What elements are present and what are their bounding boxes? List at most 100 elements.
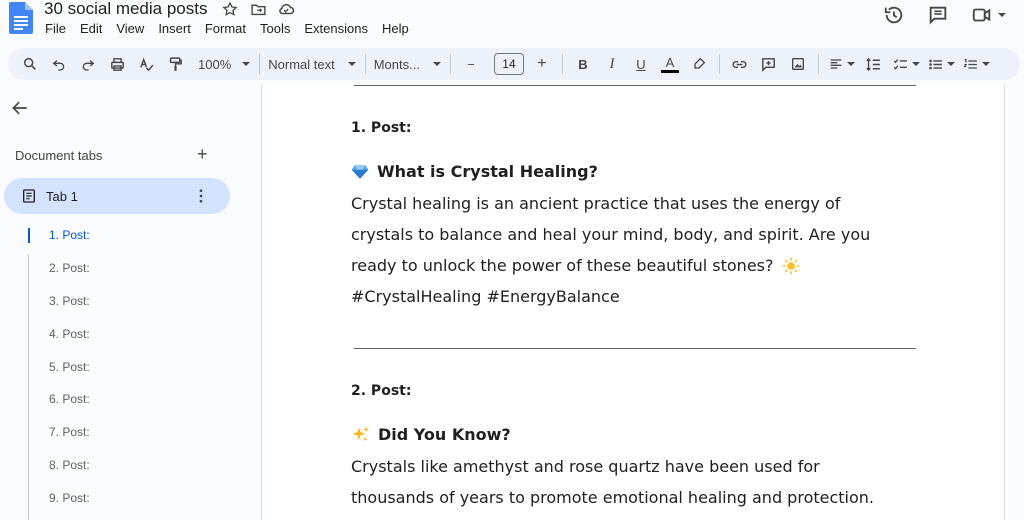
meet-icon[interactable] (971, 4, 1006, 26)
bulleted-list-icon[interactable] (926, 52, 956, 76)
more-options-icon[interactable] (192, 187, 210, 210)
print-icon[interactable] (105, 52, 129, 76)
toolbar-divider (718, 54, 720, 74)
add-comment-icon[interactable] (757, 52, 781, 76)
zoom-select[interactable]: 100% (198, 56, 251, 72)
menu-help[interactable]: Help (375, 20, 416, 38)
font-value: Monts... (373, 56, 420, 72)
sparkles-icon (352, 426, 369, 442)
post-body-line: ready to unlock the power of these beaut… (351, 250, 870, 281)
post-body: Crystal healing is an ancient practice t… (351, 188, 870, 312)
text-color-button[interactable]: A (658, 52, 682, 76)
insert-image-icon[interactable] (786, 52, 810, 76)
cloud-status-icon[interactable] (277, 0, 295, 18)
formatting-toolbar: 100% Normal text Monts... − 14 + B I U A (8, 48, 1020, 80)
outline-item-post-7[interactable]: 7. Post: (0, 416, 262, 449)
font-size-input[interactable]: 14 (493, 53, 524, 75)
decrease-font-size-button[interactable]: − (459, 52, 483, 76)
bold-button[interactable]: B (571, 52, 595, 76)
paragraph-style-value: Normal text (268, 56, 335, 72)
post-subheading: Did You Know? (351, 425, 511, 444)
bulleted-list-dropdown-icon (946, 62, 955, 66)
menu-edit[interactable]: Edit (73, 20, 109, 38)
document-title[interactable]: 30 social media posts (44, 0, 207, 19)
post-subheading-text: Did You Know? (378, 425, 511, 444)
document-tab-icon (21, 188, 37, 204)
post-body-line: thousands of years to promote emotional … (351, 488, 874, 507)
post-hashtags: #CrystalHealing #EnergyBalance (351, 287, 620, 306)
post-subheading: What is Crystal Healing? (351, 162, 598, 181)
paragraph-style-select[interactable]: Normal text (268, 56, 356, 72)
document-tabs-heading: Document tabs (15, 148, 103, 163)
comments-icon[interactable] (927, 4, 949, 26)
underline-button[interactable]: U (629, 52, 653, 76)
menu-extensions[interactable]: Extensions (297, 20, 375, 38)
checklist-dropdown-icon (911, 62, 920, 66)
document-page[interactable]: 1. Post: What is Crystal Healing? Crysta… (263, 84, 1005, 520)
numbered-list-dropdown-icon (981, 62, 990, 66)
document-outline-sidebar: Document tabs + Tab 1 1. Post: 2. Post: … (0, 84, 262, 520)
docs-logo-icon[interactable] (9, 2, 33, 34)
post-body-line-text: ready to unlock the power of these beaut… (351, 256, 774, 275)
paint-format-icon[interactable] (163, 52, 187, 76)
move-folder-icon[interactable] (249, 0, 267, 18)
tab-label: Tab 1 (46, 188, 78, 204)
insert-link-icon[interactable] (728, 52, 752, 76)
menu-insert[interactable]: Insert (151, 20, 198, 38)
outline-item-post-8[interactable]: 8. Post: (0, 449, 262, 482)
text-color-bar (660, 69, 679, 73)
post-heading: 2. Post: (351, 383, 412, 399)
post-body-line: crystals to balance and heal your mind, … (351, 225, 871, 244)
post-body-line: Crystal healing is an ancient practice t… (351, 194, 841, 213)
menu-bar: File Edit View Insert Format Tools Exten… (38, 20, 416, 38)
align-left-icon[interactable] (827, 52, 857, 76)
document-canvas: 1. Post: What is Crystal Healing? Crysta… (263, 84, 1024, 520)
post-body: Crystals like amethyst and rose quartz h… (351, 451, 874, 513)
version-history-icon[interactable] (883, 4, 905, 26)
zoom-value: 100% (198, 56, 232, 72)
toolbar-divider (817, 54, 819, 74)
outline-list: 1. Post: 2. Post: 3. Post: 4. Post: 5. P… (0, 219, 262, 514)
sun-icon (782, 257, 799, 274)
outline-item-post-2[interactable]: 2. Post: (0, 252, 262, 285)
post-subheading-text: What is Crystal Healing? (377, 162, 598, 181)
line-spacing-icon[interactable] (862, 52, 886, 76)
outline-item-post-4[interactable]: 4. Post: (0, 317, 262, 350)
menu-tools[interactable]: Tools (253, 20, 297, 38)
checklist-icon[interactable] (891, 52, 921, 76)
meet-dropdown-icon[interactable] (998, 13, 1006, 17)
align-dropdown-icon (847, 62, 856, 66)
outline-item-post-9[interactable]: 9. Post: (0, 481, 262, 514)
style-dropdown-icon (347, 62, 356, 66)
toolbar-divider (364, 54, 366, 74)
search-menus-icon[interactable] (18, 52, 42, 76)
menu-format[interactable]: Format (198, 20, 253, 38)
outline-item-post-1[interactable]: 1. Post: (0, 219, 262, 252)
star-icon[interactable] (221, 0, 239, 18)
add-tab-button[interactable]: + (197, 144, 208, 165)
outline-item-post-3[interactable]: 3. Post: (0, 285, 262, 318)
outline-item-post-5[interactable]: 5. Post: (0, 350, 262, 383)
numbered-list-icon[interactable] (961, 52, 991, 76)
menu-view[interactable]: View (109, 20, 151, 38)
zoom-dropdown-icon (242, 62, 251, 66)
font-dropdown-icon (432, 62, 441, 66)
text-color-letter: A (665, 54, 675, 70)
spell-check-icon[interactable] (134, 52, 158, 76)
back-arrow-icon[interactable] (10, 98, 30, 123)
outline-item-post-6[interactable]: 6. Post: (0, 383, 262, 416)
italic-button[interactable]: I (600, 52, 624, 76)
redo-icon[interactable] (76, 52, 100, 76)
increase-font-size-button[interactable]: + (530, 52, 554, 76)
font-select[interactable]: Monts... (374, 57, 441, 72)
toolbar-divider (449, 54, 451, 74)
gem-icon (351, 164, 369, 179)
highlight-color-icon[interactable] (687, 52, 711, 76)
undo-icon[interactable] (47, 52, 71, 76)
title-bar: 30 social media posts File Edit View Ins… (0, 0, 1024, 44)
menu-file[interactable]: File (38, 20, 73, 38)
tab-1[interactable]: Tab 1 (4, 178, 230, 214)
toolbar-divider (561, 54, 563, 74)
horizontal-rule (354, 348, 916, 349)
toolbar-divider (259, 54, 261, 74)
